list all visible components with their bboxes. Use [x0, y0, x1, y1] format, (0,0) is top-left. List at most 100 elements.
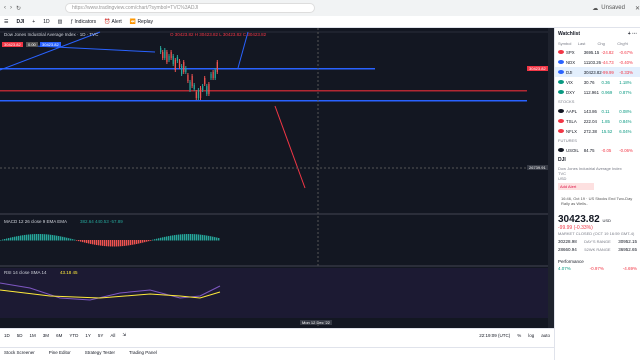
bottom-tab[interactable]: Stock Screener — [4, 350, 35, 355]
price-label-c: 30423.82 — [40, 42, 61, 47]
macd-bar — [158, 238, 160, 241]
market-status: MARKET CLOSED (OCT 19 16:59 GMT-4) — [558, 231, 635, 236]
watchlist-row[interactable]: TSLA 222.04 1.85 0.84% — [555, 116, 640, 126]
macd-bar — [136, 240, 138, 244]
symbol-logo-icon — [558, 60, 564, 64]
add-alert-button[interactable]: Add Alert — [558, 183, 594, 190]
bottom-tab[interactable]: Strategy Tester — [85, 350, 115, 355]
trend-line — [0, 31, 101, 71]
timeframe-1y[interactable]: 1Y — [85, 333, 91, 338]
symbol-logo-icon — [558, 50, 564, 54]
macd-bar — [98, 240, 100, 246]
forward-icon[interactable]: › — [10, 5, 12, 11]
macd-bar — [130, 240, 132, 246]
symbol-logo-icon — [558, 119, 564, 123]
browser-tab-bar: ‹ › ↻ https://www.tradingview.com/chart/… — [0, 0, 640, 16]
candle — [176, 57, 179, 61]
indicators-button[interactable]: ƒ Indicators — [70, 19, 96, 25]
price-label-a: 30423.82 — [2, 42, 23, 47]
menu-icon[interactable]: ☰ — [4, 19, 8, 25]
macd-bar — [60, 236, 62, 241]
macd-bar — [178, 234, 180, 241]
macd-bar — [166, 236, 168, 241]
interval-button[interactable]: 1D — [43, 19, 49, 25]
macd-bar — [32, 234, 34, 241]
bottom-tab[interactable]: Pine Editor — [49, 350, 71, 355]
candle — [164, 50, 166, 58]
percent-toggle[interactable]: % — [517, 333, 521, 338]
address-bar[interactable]: https://www.tradingview.com/chart/?symbo… — [65, 3, 316, 13]
candle — [199, 88, 202, 98]
macd-bar — [132, 240, 134, 245]
candle — [181, 66, 183, 74]
watchlist-row[interactable]: DJI 30423.82 -99.99 -0.33% — [555, 67, 640, 77]
macd-bar — [182, 234, 184, 241]
macd-legend: MACD 12 26 close 9 EMA EMA — [4, 219, 68, 224]
macd-bar — [50, 234, 52, 241]
macd-bar — [204, 235, 206, 241]
macd-bar — [154, 239, 156, 241]
macd-bar — [68, 238, 70, 241]
macd-bar — [36, 234, 38, 241]
watchlist-row[interactable]: SPX 3695.15 -24.82 -0.67% — [555, 47, 640, 57]
macd-bar — [174, 235, 176, 241]
add-symbol-icon[interactable]: + ⋯ — [628, 31, 637, 37]
support-line-blue-b — [0, 100, 527, 102]
alert-button[interactable]: ⏰ Alert — [104, 19, 122, 25]
macd-bar — [110, 240, 112, 247]
log-toggle[interactable]: log — [528, 333, 534, 338]
macd-bar — [210, 236, 212, 241]
macd-bar — [40, 234, 42, 241]
timeframe-3m[interactable]: 3M — [43, 333, 49, 338]
date-range-icon[interactable]: ⇲ — [122, 332, 126, 338]
candle — [178, 61, 181, 67]
macd-bar — [116, 240, 118, 247]
bottom-tab[interactable]: Trading Panel — [129, 350, 157, 355]
watchlist-row[interactable]: AAPL 143.86 0.11 0.08% — [555, 106, 640, 116]
candle — [189, 82, 191, 90]
macd-bar — [184, 234, 186, 241]
replay-button[interactable]: ⏪ Replay — [130, 19, 153, 25]
candle — [174, 60, 176, 70]
timeframe-5d[interactable]: 5D — [17, 333, 23, 338]
news-headline[interactable]: 16:46, Oct 19 · US Stocks End Two-Day Ra… — [558, 194, 637, 208]
close-window-icon[interactable]: ✕ — [635, 5, 640, 12]
watchlist-title[interactable]: Watchlist — [558, 31, 580, 37]
timeframe-all[interactable]: All — [110, 333, 115, 338]
macd-bar — [18, 235, 20, 241]
timeframe-5y[interactable]: 5Y — [98, 333, 104, 338]
back-icon[interactable]: ‹ — [4, 5, 6, 11]
timeframe-1d[interactable]: 1D — [4, 333, 10, 338]
candles-group — [160, 46, 218, 100]
timeframe-ytd[interactable]: YTD — [69, 333, 78, 338]
clock-label[interactable]: 22:19:09 (UTC) — [479, 333, 510, 338]
macd-bar — [162, 237, 164, 241]
watchlist-row[interactable]: DXY 112.961 0.969 0.87% — [555, 87, 640, 97]
auto-toggle[interactable]: auto — [541, 333, 550, 338]
watchlist-row[interactable]: NFLX 272.38 15.52 6.04% — [555, 126, 640, 136]
chart-canvas[interactable]: Dow Jones Industrial Average Index · 1D … — [0, 28, 548, 328]
macd-bar — [160, 237, 162, 241]
watchlist-row[interactable]: NDX 11103.26 -44.73 -0.40% — [555, 57, 640, 67]
macd-bar — [94, 240, 96, 245]
chart-type-icon[interactable]: ▥ — [58, 19, 63, 25]
macd-bar — [112, 240, 114, 247]
symbol-search[interactable]: DJI — [16, 19, 24, 25]
watchlist-row[interactable]: VIX 30.76 0.36 1.18% — [555, 77, 640, 87]
add-symbol-icon[interactable]: + — [32, 19, 35, 25]
candle — [166, 52, 168, 62]
chart-legend: Dow Jones Industrial Average Index · 1D … — [4, 32, 99, 37]
watchlist-row[interactable]: USOIL 84.75 -0.05 -0.06% — [555, 145, 640, 155]
day-range: 30228.98 DAY'S RANGE 30952.15 — [558, 239, 637, 244]
macd-bar — [42, 234, 44, 241]
watchlist-stocks: AAPL 143.86 0.11 0.08% TSLA 222.04 1.85 0.84% NF… — [555, 106, 640, 136]
macd-bar — [140, 240, 142, 244]
unsaved-button[interactable]: ☁ Unsaved — [592, 5, 625, 12]
price-tag-crosshair: 26739.91 — [527, 165, 548, 170]
macd-bar — [170, 235, 172, 241]
candle — [191, 76, 193, 86]
timeframe-1m[interactable]: 1M — [30, 333, 36, 338]
reload-icon[interactable]: ↻ — [16, 5, 21, 12]
stocks-section-label: STOCKS — [558, 99, 575, 104]
timeframe-6m[interactable]: 6M — [56, 333, 62, 338]
